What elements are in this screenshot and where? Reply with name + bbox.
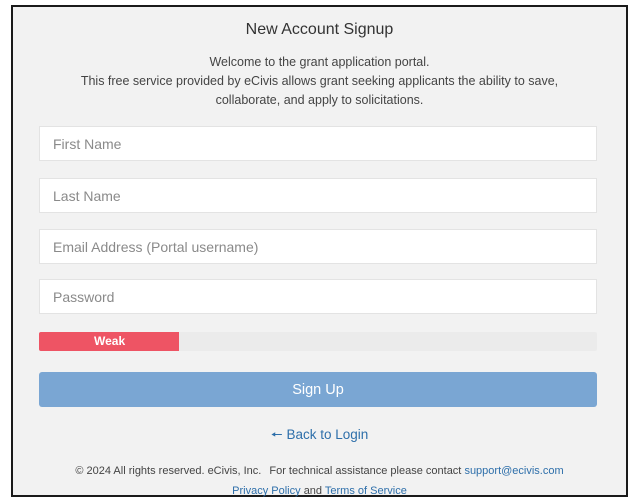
and-text: and <box>303 485 323 497</box>
footer: © 2024 All rights reserved. eCivis, Inc.… <box>13 461 626 501</box>
footer-line-1: © 2024 All rights reserved. eCivis, Inc.… <box>13 461 626 481</box>
copyright-text: © 2024 All rights reserved. eCivis, Inc. <box>75 465 262 477</box>
page-title: New Account Signup <box>245 21 394 38</box>
terms-of-service-link[interactable]: Terms of Service <box>325 485 407 497</box>
signup-panel: New Account Signup Welcome to the grant … <box>11 5 628 497</box>
password-input[interactable] <box>39 279 597 314</box>
footer-line-2: Privacy Policy and Terms of Service <box>13 481 626 501</box>
privacy-policy-link[interactable]: Privacy Policy <box>232 485 300 497</box>
password-strength-meter: Weak <box>39 332 597 351</box>
intro-text: Welcome to the grant application portal.… <box>21 53 618 110</box>
support-email-link[interactable]: support@ecivis.com <box>464 465 563 477</box>
first-name-input[interactable] <box>39 126 597 161</box>
email-input[interactable] <box>39 229 597 264</box>
intro-line-1: Welcome to the grant application portal. <box>209 55 430 69</box>
arrow-left-icon: 🠔 <box>270 427 283 442</box>
back-to-login-label: Back to Login <box>286 427 369 442</box>
intro-line-3: collaborate, and apply to solicitations. <box>215 93 424 107</box>
last-name-input[interactable] <box>39 178 597 213</box>
assist-text: For technical assistance please contact <box>269 465 462 477</box>
password-strength-bar: Weak <box>39 332 179 351</box>
sign-up-button[interactable]: Sign Up <box>39 372 597 407</box>
back-to-login-link[interactable]: 🠔 Back to Login <box>271 427 369 442</box>
intro-line-2: This free service provided by eCivis all… <box>80 74 559 88</box>
back-to-login: 🠔 Back to Login <box>13 425 626 448</box>
